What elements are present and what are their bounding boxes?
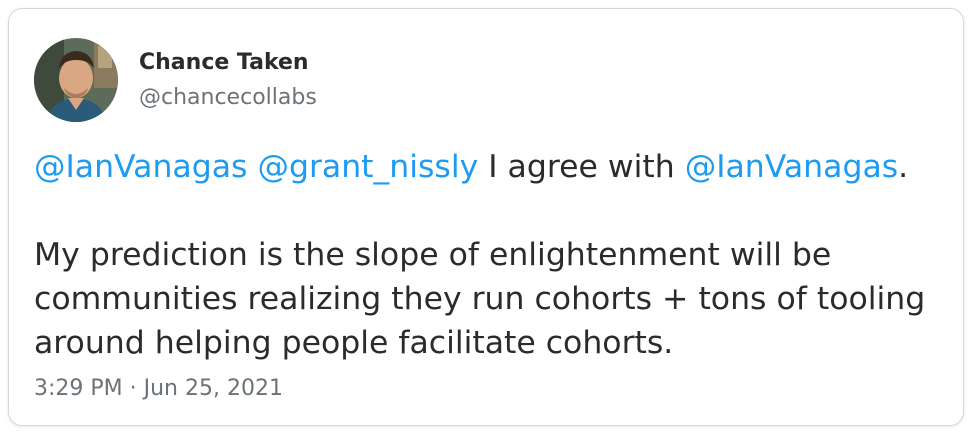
author-display-name[interactable]: Chance Taken [139,49,309,77]
avatar[interactable] [34,38,118,122]
tweet-line-4: around helping people facilitate cohorts… [34,325,674,361]
tweet-text-segment: I agree with [478,149,685,185]
tweet-blank-line [34,189,944,233]
mention-link-ianvanagas[interactable]: @IanVanagas [34,149,247,185]
tweet-text: @IanVanagas @grant_nissly I agree with @… [34,145,944,365]
mention-link-grant-nissly[interactable]: @grant_nissly [257,149,478,185]
tweet-text-period: . [898,149,909,185]
tweet-line-3: communities realizing they run cohorts +… [34,281,926,317]
avatar-image [34,38,118,122]
tweet-card: Chance Taken @chancecollabs @IanVanagas … [8,8,964,426]
tweet-separator [247,149,257,185]
author-handle[interactable]: @chancecollabs [139,84,317,112]
tweet-line-1: @IanVanagas @grant_nissly I agree with @… [34,145,944,189]
tweet-timestamp[interactable]: 3:29 PM · Jun 25, 2021 [34,375,283,403]
mention-link-ianvanagas-2[interactable]: @IanVanagas [685,149,898,185]
tweet-line-2: My prediction is the slope of enlightenm… [34,237,832,273]
